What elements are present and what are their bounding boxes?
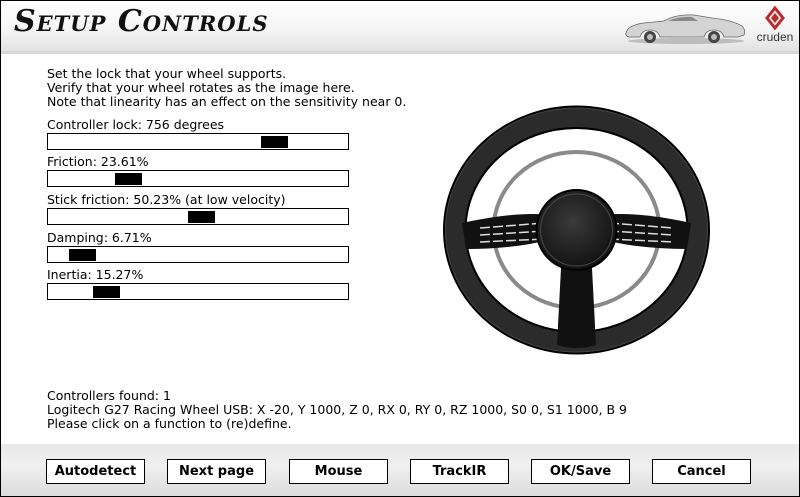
instruction-line: Note that linearity has an effect on the…	[47, 94, 407, 109]
next-page-button[interactable]: Next page	[167, 459, 266, 484]
brand-name: cruden	[756, 30, 794, 44]
steering-wheel-icon	[443, 105, 710, 355]
damping-slider[interactable]	[47, 246, 349, 263]
friction-control: Friction: 23.61%	[47, 155, 349, 187]
trackir-button[interactable]: TrackIR	[410, 459, 509, 484]
inertia-slider[interactable]	[47, 283, 349, 300]
cancel-button[interactable]: Cancel	[652, 459, 751, 484]
slider-thumb[interactable]	[115, 173, 142, 185]
controller-lock-control: Controller lock: 756 degrees	[47, 118, 349, 150]
instruction-line: Verify that your wheel rotates as the im…	[47, 80, 355, 95]
status-panel: Controllers found: 1 Logitech G27 Racing…	[47, 389, 627, 431]
instructions: Set the lock that your wheel supports. V…	[47, 67, 406, 109]
convertible-car-icon	[625, 14, 746, 44]
header-divider	[1, 51, 799, 54]
page-title: Setup Controls	[14, 4, 269, 39]
stick-friction-slider[interactable]	[47, 208, 349, 225]
brand-logo: cruden	[752, 4, 798, 48]
hint-text: Please click on a function to (re)define…	[47, 416, 292, 431]
cruden-logo-icon	[765, 6, 785, 30]
controller-lock-slider[interactable]	[47, 133, 349, 150]
device-info-text: Logitech G27 Racing Wheel USB: X -20, Y …	[47, 402, 628, 417]
controller-lock-label: Controller lock: 756 degrees	[47, 117, 225, 132]
autodetect-button[interactable]: Autodetect	[46, 459, 145, 484]
damping-label: Damping: 6.71%	[47, 230, 152, 245]
damping-control: Damping: 6.71%	[47, 231, 349, 263]
inertia-label: Inertia: 15.27%	[47, 267, 144, 282]
controllers-found-text: Controllers found: 1	[47, 388, 171, 403]
slider-thumb[interactable]	[188, 211, 215, 223]
slider-thumb[interactable]	[261, 136, 288, 148]
friction-label: Friction: 23.61%	[47, 154, 149, 169]
stick-friction-control: Stick friction: 50.23% (at low velocity)	[47, 193, 349, 225]
friction-slider[interactable]	[47, 170, 349, 187]
ok-save-button[interactable]: OK/Save	[531, 459, 630, 484]
slider-thumb[interactable]	[93, 286, 120, 298]
inertia-control: Inertia: 15.27%	[47, 268, 349, 300]
slider-thumb[interactable]	[69, 249, 96, 261]
stick-friction-label: Stick friction: 50.23% (at low velocity)	[47, 192, 286, 207]
instruction-line: Set the lock that your wheel supports.	[47, 66, 287, 81]
mouse-button[interactable]: Mouse	[289, 459, 388, 484]
